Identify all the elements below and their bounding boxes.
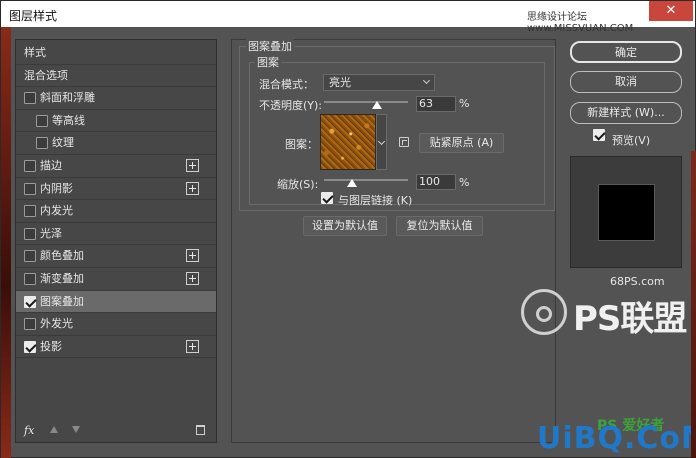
scale-input[interactable]: 100 (416, 174, 456, 190)
cancel-button[interactable]: 取消 (570, 71, 682, 93)
style-item[interactable]: 描边 (16, 155, 216, 177)
link-with-layer-checkbox[interactable] (321, 192, 333, 204)
dialog-title: 图层样式 (9, 9, 58, 23)
style-checkbox[interactable] (24, 227, 36, 240)
watermark-uibq: UiBQ.CoM (537, 421, 696, 456)
style-checkbox[interactable] (24, 182, 36, 195)
scale-percent: % (459, 176, 470, 189)
snap-to-origin-button[interactable]: 贴紧原点 (A) (419, 133, 504, 153)
style-checkbox[interactable] (24, 250, 36, 263)
opacity-label: 不透明度(Y): (259, 99, 323, 112)
style-item[interactable]: 等高线 (16, 110, 216, 132)
reset-default-button[interactable]: 复位为默认值 (396, 216, 483, 236)
style-item-label: 光泽 (40, 226, 62, 240)
opacity-slider-handle[interactable] (371, 101, 382, 109)
style-item-label: 等高线 (52, 113, 85, 127)
style-item[interactable]: 纹理 (16, 132, 216, 154)
opacity-slider-track[interactable] (324, 101, 408, 103)
style-item[interactable]: 光泽 (16, 223, 216, 245)
style-item[interactable]: 渐变叠加 (16, 268, 216, 290)
preview-label: 预览(V) (612, 134, 651, 147)
preview-checkbox[interactable] (593, 129, 605, 141)
style-item-label: 纹理 (52, 136, 74, 150)
add-effect-icon[interactable] (186, 249, 199, 263)
scale-label: 缩放(S): (277, 178, 319, 191)
fx-menu-button[interactable]: fx (24, 424, 34, 437)
style-item[interactable]: 混合选项 (16, 65, 216, 87)
style-checkbox[interactable] (24, 160, 36, 172)
subgroup-title: 图案 (255, 54, 281, 70)
style-item-label: 斜面和浮雕 (40, 91, 95, 105)
blend-mode-label: 混合模式： (259, 78, 314, 91)
style-checkbox[interactable] (36, 114, 48, 127)
style-item-label: 内阴影 (40, 181, 73, 195)
move-up-icon[interactable] (50, 426, 58, 433)
scale-slider-track[interactable] (324, 179, 408, 181)
opacity-input[interactable]: 63 (416, 96, 456, 112)
add-effect-icon[interactable] (186, 159, 199, 172)
style-item[interactable]: 样式 (16, 42, 216, 64)
add-effect-icon[interactable] (186, 272, 199, 285)
set-default-button[interactable]: 设置为默认值 (303, 216, 387, 236)
style-item[interactable]: 斜面和浮雕 (16, 87, 216, 109)
style-checkbox[interactable] (24, 205, 36, 218)
style-checkbox[interactable] (24, 295, 36, 308)
style-preview (570, 156, 682, 268)
ok-button[interactable]: 确定 (570, 41, 682, 63)
new-style-button[interactable]: 新建样式 (W)... (570, 102, 682, 124)
title-bar: 图层样式 思缘设计论坛 www.MISSVUAN.COM ✕ (1, 1, 695, 34)
background-edge-right (691, 151, 696, 458)
group-title: 图案叠加 (246, 38, 294, 54)
link-with-layer-label: 与图层链接 (K) (338, 194, 413, 207)
style-item-label: 混合选项 (24, 68, 68, 82)
style-item-label: 样式 (24, 46, 46, 59)
styles-toolbar: fx (16, 420, 216, 442)
chevron-down-icon (422, 76, 431, 85)
pattern-picker-button[interactable] (376, 114, 387, 170)
watermark-ps-union: PS联盟 (573, 299, 687, 339)
pattern-label: 图案： (285, 138, 318, 151)
blend-mode-select[interactable]: 亮光 (323, 74, 435, 91)
watermark-68ps: 68PS.com (610, 275, 665, 288)
style-checkbox[interactable] (24, 273, 36, 285)
preview-thumbnail (598, 184, 655, 241)
trash-icon[interactable] (196, 425, 205, 435)
scale-slider-handle[interactable] (346, 179, 357, 187)
ps-union-logo-icon (521, 289, 567, 335)
style-item-label: 内发光 (40, 204, 73, 218)
style-item[interactable]: 内阴影 (16, 178, 216, 200)
divider (16, 357, 216, 359)
style-checkbox[interactable] (24, 318, 36, 331)
add-effect-icon[interactable] (186, 339, 199, 353)
style-checkbox[interactable] (24, 92, 36, 105)
style-item-label: 外发光 (40, 317, 73, 331)
style-item[interactable]: 投影 (16, 336, 216, 358)
opacity-percent: % (459, 97, 470, 110)
layer-style-dialog: 图层样式 思缘设计论坛 www.MISSVUAN.COM ✕ fx 样式混合选项… (0, 0, 696, 458)
move-down-icon[interactable] (72, 426, 80, 433)
style-checkbox[interactable] (36, 137, 48, 150)
style-item-label: 描边 (40, 159, 62, 172)
styles-list-panel: fx 样式混合选项斜面和浮雕等高线纹理描边内阴影内发光光泽颜色叠加渐变叠加图案叠… (15, 39, 217, 443)
style-item[interactable]: 图案叠加 (16, 290, 216, 313)
style-item[interactable]: 外发光 (16, 313, 216, 335)
style-item-label: 颜色叠加 (40, 249, 84, 263)
blend-mode-value: 亮光 (329, 76, 351, 89)
style-item-label: 图案叠加 (40, 294, 84, 308)
style-item-label: 投影 (40, 339, 62, 353)
style-item-label: 渐变叠加 (40, 272, 84, 285)
add-effect-icon[interactable] (186, 181, 199, 195)
style-checkbox[interactable] (24, 340, 36, 353)
background-edge-left (1, 27, 11, 458)
new-preset-icon[interactable] (399, 137, 409, 147)
style-item[interactable]: 内发光 (16, 200, 216, 222)
close-button[interactable]: ✕ (649, 1, 693, 21)
pattern-swatch[interactable] (320, 114, 376, 170)
style-item[interactable]: 颜色叠加 (16, 245, 216, 267)
chevron-down-icon (377, 137, 386, 146)
